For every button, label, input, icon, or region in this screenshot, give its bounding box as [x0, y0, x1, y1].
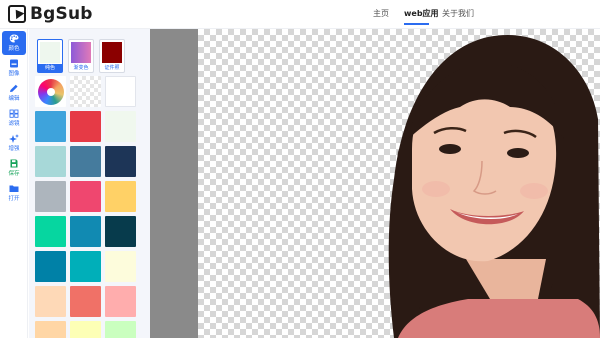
brand-name: BgSub	[30, 4, 93, 24]
swatch[interactable]	[105, 321, 136, 338]
tool-filter[interactable]: 滤镜	[2, 106, 26, 130]
tool-color[interactable]: 颜色	[2, 31, 26, 55]
tool-open[interactable]: 打开	[2, 181, 26, 205]
swatch-transparent[interactable]	[70, 76, 101, 107]
swatch[interactable]	[35, 181, 66, 212]
swatch[interactable]	[70, 321, 101, 338]
swatch[interactable]	[105, 286, 136, 317]
swatch[interactable]	[35, 286, 66, 317]
tool-color-label: 颜色	[8, 46, 20, 52]
color-panel: 纯色 渐变色 证件照	[29, 29, 150, 338]
nav-web-app[interactable]: web应用	[404, 8, 439, 19]
swatch[interactable]	[70, 181, 101, 212]
nav-home[interactable]: 主页	[373, 8, 389, 19]
tool-edit[interactable]: 编辑	[2, 81, 26, 105]
color-picker-wheel[interactable]	[35, 76, 66, 107]
bg-type-gradient-preview	[71, 42, 91, 63]
bg-type-solid[interactable]: 纯色	[37, 39, 63, 73]
swatch[interactable]	[35, 321, 66, 338]
tool-filter-label: 滤镜	[8, 121, 20, 127]
filter-icon	[9, 109, 19, 118]
swatch[interactable]	[70, 286, 101, 317]
top-bar: BgSub 主页 web应用 关于我们	[0, 0, 600, 29]
swatch[interactable]	[70, 111, 101, 142]
swatch[interactable]	[105, 216, 136, 247]
swatch[interactable]	[105, 251, 136, 282]
save-icon	[10, 159, 18, 168]
bg-type-solid-preview	[40, 42, 60, 63]
brand-logo[interactable]: BgSub	[8, 4, 93, 24]
transparent-canvas[interactable]	[198, 29, 600, 338]
nav-active-indicator	[404, 23, 429, 25]
folder-icon	[9, 185, 19, 192]
swatch[interactable]	[35, 146, 66, 177]
tool-image[interactable]: 图像	[2, 56, 26, 80]
bg-type-gradient[interactable]: 渐变色	[68, 39, 94, 73]
tool-save[interactable]: 保存	[2, 156, 26, 180]
bg-type-gradient-label: 渐变色	[73, 65, 89, 71]
sparkle-icon	[9, 134, 19, 143]
bg-type-id-photo-preview	[102, 42, 122, 63]
tool-enhance[interactable]: 增强	[2, 131, 26, 155]
swatch[interactable]	[35, 216, 66, 247]
logo-icon	[8, 5, 26, 23]
swatch[interactable]	[105, 181, 136, 212]
swatch[interactable]	[105, 146, 136, 177]
swatch[interactable]	[70, 146, 101, 177]
swatch[interactable]	[70, 216, 101, 247]
tool-enhance-label: 增强	[8, 146, 20, 152]
pencil-icon	[10, 84, 18, 92]
palette-icon	[9, 34, 19, 43]
tool-save-label: 保存	[8, 171, 20, 177]
swatch[interactable]	[35, 111, 66, 142]
tool-sidebar: 颜色 图像 编辑 滤镜 增强 保存 打开	[0, 29, 28, 338]
swatch-white[interactable]	[105, 76, 136, 107]
nav-about[interactable]: 关于我们	[442, 8, 474, 19]
tool-edit-label: 编辑	[8, 96, 20, 102]
swatch[interactable]	[35, 251, 66, 282]
subject-photo	[388, 35, 600, 338]
bg-type-id-photo[interactable]: 证件照	[99, 39, 125, 73]
swatch[interactable]	[105, 111, 136, 142]
color-wheel-icon	[37, 78, 64, 105]
bg-type-id-photo-label: 证件照	[104, 65, 120, 71]
bg-type-solid-label: 纯色	[38, 64, 62, 72]
canvas-margin	[150, 29, 198, 338]
tool-open-label: 打开	[8, 196, 20, 202]
image-icon	[10, 59, 18, 68]
tool-image-label: 图像	[8, 71, 20, 77]
swatch[interactable]	[70, 251, 101, 282]
